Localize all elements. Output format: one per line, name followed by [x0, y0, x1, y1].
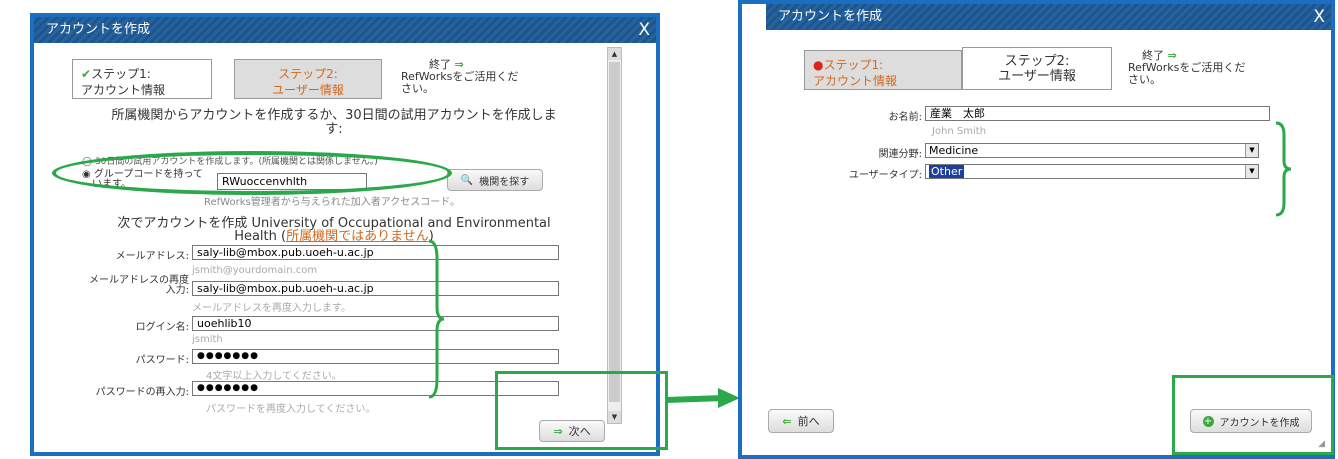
annotation-brace [427, 239, 445, 399]
login-hint: jsmith [192, 334, 223, 345]
scroll-up-arrow-icon[interactable]: ▲ [608, 48, 621, 60]
close-icon[interactable]: X [638, 17, 650, 43]
step2-subtitle: ユーザー情報 [998, 69, 1076, 84]
login-field[interactable]: uoehlib10 [192, 316, 559, 331]
step2-title: ステップ2: [1004, 54, 1070, 69]
error-icon: ● [813, 58, 824, 72]
left-arrow-icon: ⇐ [782, 414, 792, 428]
password-confirm-label: パスワードの再入力: [95, 387, 189, 398]
finish-line2: さい。 [401, 82, 434, 95]
step1-box: ✔ステップ1: アカウント情報 [72, 59, 212, 99]
right-dialog-title-bar: アカウントを作成 X [766, 4, 1331, 30]
left-dialog-title-bar: アカウントを作成 X [34, 17, 656, 43]
login-label: ログイン名: [135, 322, 189, 333]
resize-grip-icon[interactable]: ◢ [1318, 439, 1325, 449]
email-confirm-hint: メールアドレスを再度入力します。 [192, 303, 351, 314]
right-dialog-frame: アカウントを作成 X ●ステップ1: アカウント情報 ステップ2: ユーザー情報… [738, 0, 1335, 459]
step2-title: ステップ2: [278, 67, 338, 81]
chevron-down-icon[interactable]: ▼ [1245, 144, 1258, 157]
step1-subtitle: アカウント情報 [81, 83, 166, 97]
password-label: パスワード: [135, 355, 189, 366]
email-confirm-label: メールアドレスの再度 入力: [89, 275, 189, 296]
email-field[interactable]: saly-lib@mbox.pub.uoeh-u.ac.jp [192, 245, 559, 260]
password-confirm-hint: パスワードを再度入力してください。 [206, 404, 376, 415]
dialog-title: アカウントを作成 [46, 22, 151, 37]
search-icon: 🔍 [460, 174, 474, 186]
dialog-title: アカウントを作成 [778, 9, 883, 24]
step2-box: ステップ2: ユーザー情報 [234, 59, 382, 99]
email-confirm-field[interactable]: saly-lib@mbox.pub.uoeh-u.ac.jp [192, 281, 559, 296]
annotation-ellipse [52, 151, 452, 195]
password-field[interactable]: ●●●●●●● [192, 349, 559, 364]
annotation-arrow [665, 380, 746, 420]
check-icon: ✔ [81, 67, 92, 81]
field-label: 関連分野: [878, 149, 922, 160]
not-my-institution-link[interactable]: 所属機関ではありません [286, 229, 429, 244]
email-hint: jsmith@yourdomain.com [192, 265, 318, 276]
name-label: お名前: [888, 112, 922, 123]
annotation-box-next [495, 371, 668, 450]
finish-line2: さい。 [1128, 73, 1161, 86]
close-icon[interactable]: X [1313, 4, 1325, 30]
name-field[interactable]: 産業 太郎 [925, 106, 1270, 121]
password-hint: 4文字以上入力してください。 [206, 371, 342, 382]
annotation-box-create [1172, 375, 1334, 455]
find-institution-button[interactable]: 🔍 機関を探す [447, 169, 543, 191]
step2-box: ステップ2: ユーザー情報 [962, 47, 1112, 90]
vertical-scrollbar[interactable]: ▲ ▼ [607, 47, 622, 424]
create-with-text: 次でアカウントを作成 University of Occupational an… [117, 216, 551, 244]
finish-step: 終了 ⇒ RefWorksをご活用くだ さい。 [401, 59, 551, 95]
group-code-hint: RefWorks管理者から与えられた加入者アクセスコード。 [204, 197, 461, 208]
field-select[interactable]: Medicine ▼ [925, 143, 1259, 158]
name-hint: John Smith [932, 126, 987, 137]
usertype-select[interactable]: Other ▼ [925, 164, 1259, 179]
annotation-brace [1274, 121, 1292, 217]
usertype-label: ユーザータイプ: [848, 170, 922, 181]
step1-box: ●ステップ1: アカウント情報 [804, 50, 962, 90]
intro-text: 所属機関からアカウントを作成するか、30日間の試用アカウントを作成しま す: [111, 108, 557, 137]
chevron-down-icon[interactable]: ▼ [1245, 165, 1258, 178]
finish-step: 終了 ⇒ RefWorksをご活用くだ さい。 [1128, 50, 1278, 86]
email-label: メールアドレス: [115, 251, 189, 262]
step2-subtitle: ユーザー情報 [272, 83, 344, 97]
step1-title: ステップ1: [823, 58, 884, 72]
back-button[interactable]: ⇐ 前へ [768, 409, 834, 433]
step1-title: ステップ1: [91, 67, 151, 81]
step1-subtitle: アカウント情報 [813, 74, 898, 88]
scrollbar-thumb[interactable] [609, 62, 620, 402]
